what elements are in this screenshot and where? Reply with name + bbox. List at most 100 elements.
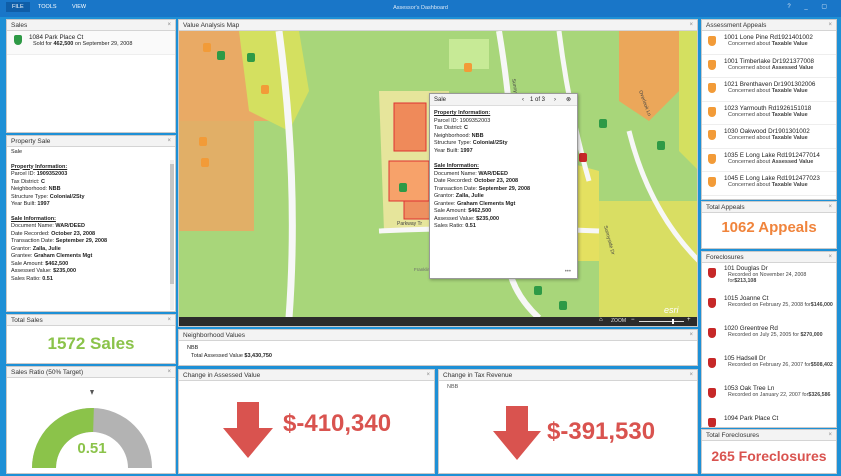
close-icon[interactable]: × — [689, 370, 693, 381]
foreclosure-list-item[interactable]: 1053 Oak Tree Ln Recorded on January 22, … — [702, 383, 836, 413]
close-icon[interactable]: × — [167, 367, 171, 378]
assessed-change-title: Change in Assessed Value × — [179, 370, 434, 381]
foreclosure-address: 1015 Joanne Ct — [724, 295, 769, 302]
sales-panel-title: Sales × — [7, 20, 175, 31]
close-icon[interactable]: × — [167, 315, 171, 326]
popup-next-icon[interactable]: › — [554, 94, 556, 106]
neighborhood-total: Total Assessed Value $3,430,750 — [191, 352, 272, 359]
zoom-slider-handle[interactable] — [672, 319, 674, 324]
property-info-heading: Property Information: — [11, 163, 68, 170]
property-sale-body: Sale Property Information: Parcel ID: 19… — [7, 147, 175, 285]
close-icon[interactable]: × — [167, 20, 171, 31]
zoom-in-icon[interactable]: + — [687, 317, 691, 323]
appeals-title: Assessment Appeals × — [702, 20, 836, 31]
popup-assessed: Assessed Value: $235,000 — [434, 215, 500, 222]
down-arrow-icon — [223, 402, 273, 458]
esri-logo: esri — [664, 305, 680, 315]
property-sale-subtitle: Sale — [11, 149, 23, 155]
home-icon[interactable]: ⌂ — [599, 317, 603, 323]
appeal-concern: Concerned about Taxable Value — [728, 88, 808, 94]
popup-district: Tax District: C — [434, 125, 468, 131]
map-popup[interactable]: Sale ‹ 1 of 3 › ⊗ Property Information: … — [429, 93, 578, 279]
sale-info-heading: Sale Information: — [11, 215, 56, 222]
gauge-target-marker — [90, 390, 94, 395]
neighborhood-row: Neighborhood: NBB — [11, 186, 61, 192]
popup-year: Year Built: 1997 — [434, 147, 473, 154]
appeal-address: 1001 Timberlake Dr1921377008 — [724, 57, 814, 65]
sales-list-item[interactable]: 1084 Park Place Ct Sold for 462,500 on S… — [7, 31, 175, 55]
parcel-row: Parcel ID: 1909352003 — [11, 171, 68, 177]
grantor-row: Grantor: Zalla, Julie — [11, 245, 61, 252]
map-zoom-bar: ⌂ ZOOM − + — [179, 317, 697, 326]
foreclosure-list-item[interactable]: 101 Douglas Dr Recorded on November 24, 2… — [702, 263, 836, 293]
appeal-list-item[interactable]: 1001 Timberlake Dr1921377008 Concerned ab… — [702, 55, 836, 78]
zoom-out-icon[interactable]: − — [631, 317, 635, 323]
popup-property-heading: Property Information: — [434, 110, 491, 116]
foreclosure-pin-icon — [708, 298, 716, 308]
popup-amount: Sale Amount: $462,500 — [434, 208, 492, 214]
transaction-row: Transaction Date: September 29, 2008 — [11, 238, 108, 244]
popup-more-icon[interactable]: ••• — [565, 269, 571, 275]
appeal-list-item[interactable]: 1001 Lone Pine Rd1921401002 Concerned abo… — [702, 31, 836, 55]
close-icon[interactable]: × — [426, 370, 430, 381]
popup-header: Sale ‹ 1 of 3 › ⊗ — [430, 94, 577, 106]
close-icon[interactable]: × — [828, 430, 832, 441]
foreclosure-list: 101 Douglas Dr Recorded on November 24, 2… — [702, 263, 836, 427]
foreclosure-list-item[interactable]: 1094 Park Place Ct — [702, 413, 836, 427]
appeal-concern: Concerned about Assessed Value — [728, 158, 814, 165]
appeal-pin-icon — [708, 177, 716, 187]
window-controls[interactable]: ? _ ▢ — [787, 3, 833, 10]
scrollbar[interactable] — [170, 160, 174, 310]
foreclosure-list-item[interactable]: 1015 Joanne Ct Recorded on February 25, 2… — [702, 293, 836, 323]
popup-doc: Document Name: WAR/DEED — [434, 170, 508, 177]
total-foreclosures-panel: Total Foreclosures × 265 Foreclosures — [701, 429, 837, 474]
property-sale-title: Property Sale × — [7, 136, 175, 147]
sale-summary: Sold for 462,500 on September 29, 2008 — [33, 41, 133, 47]
foreclosure-pin-icon — [708, 268, 716, 278]
appeal-concern: Concerned about Taxable Value — [728, 111, 808, 118]
foreclosure-address: 1094 Park Place Ct — [724, 415, 779, 422]
gauge-fill — [32, 408, 94, 468]
appeal-list-item[interactable]: 1021 Brenthaven Dr1901302006 Concerned ab… — [702, 78, 836, 102]
appeal-list-item[interactable]: 1030 Oakwood Dr1901301002 Concerned about… — [702, 125, 836, 149]
foreclosure-detail: Recorded on February 26, 2007 for$508,40… — [728, 362, 833, 368]
foreclosure-address: 1053 Oak Tree Ln — [724, 385, 775, 392]
popup-body: Property Information: Parcel ID: 1909352… — [430, 106, 577, 235]
total-appeals-title: Total Appeals × — [702, 202, 836, 213]
appeal-pin-icon — [708, 106, 716, 117]
close-icon[interactable]: × — [828, 20, 832, 31]
zoom-slider[interactable] — [639, 321, 684, 322]
appeal-list-item[interactable]: 1035 E Long Lake Rd1912477014 Concerned a… — [702, 149, 836, 172]
foreclosure-detail: Recorded on February 25, 2008 for$146,00… — [728, 302, 833, 308]
foreclosure-list-item[interactable]: 1020 Greentree Rd Recorded on July 25, 20… — [702, 323, 836, 353]
close-icon[interactable]: × — [828, 252, 832, 263]
popup-close-icon[interactable]: ⊗ — [566, 94, 571, 106]
sales-ratio-value: 0.51 — [77, 440, 107, 457]
popup-prev-icon[interactable]: ‹ — [522, 94, 524, 106]
foreclosure-list-item[interactable]: 105 Hadsell Dr Recorded on February 26, 2… — [702, 353, 836, 383]
zoom-label: ZOOM — [611, 318, 626, 324]
foreclosure-address: 105 Hadsell Dr — [724, 355, 766, 362]
appeal-pin-icon — [708, 59, 716, 70]
assessment-appeals-panel: Assessment Appeals × 1001 Lone Pine Rd192… — [701, 19, 837, 200]
close-icon[interactable]: × — [689, 330, 693, 341]
neighborhood-name: NBB — [187, 345, 199, 351]
appeal-list-item[interactable]: 1045 E Long Lake Rd1912477023 Concerned a… — [702, 172, 836, 196]
tax-change-subtitle: NBB — [447, 384, 459, 390]
assessed-change-panel: Change in Assessed Value × $-410,340 — [178, 369, 435, 474]
popup-sale-heading: Sale Information: — [434, 163, 479, 169]
neighborhood-values-body: NBB Total Assessed Value $3,430,750 — [179, 341, 697, 364]
doc-row: Document Name: WAR/DEED — [11, 223, 85, 229]
close-icon[interactable]: × — [689, 20, 693, 31]
popup-grantee: Grantee: Graham Clements Mgt — [434, 200, 516, 207]
popup-structure: Structure Type: Colonial/2Sty — [434, 140, 508, 146]
foreclosures-panel: Foreclosures × 101 Douglas Dr Recorded on … — [701, 251, 837, 428]
title-bar: FILE TOOLS VIEW Assessor's Dashboard ? _… — [0, 0, 841, 17]
appeal-list-item[interactable]: 1023 Yarmouth Rd1926151018 Concerned abou… — [702, 102, 836, 125]
close-icon[interactable]: × — [167, 136, 171, 147]
close-icon[interactable]: × — [828, 202, 832, 213]
total-foreclosures-value: 265 Foreclosures — [711, 448, 827, 464]
assessed-row: Assessed Value: $235,000 — [11, 268, 77, 274]
appeal-concern: Concerned about Taxable Value — [728, 41, 808, 47]
structure-row: Structure Type: Colonial/2Sty — [11, 193, 85, 200]
